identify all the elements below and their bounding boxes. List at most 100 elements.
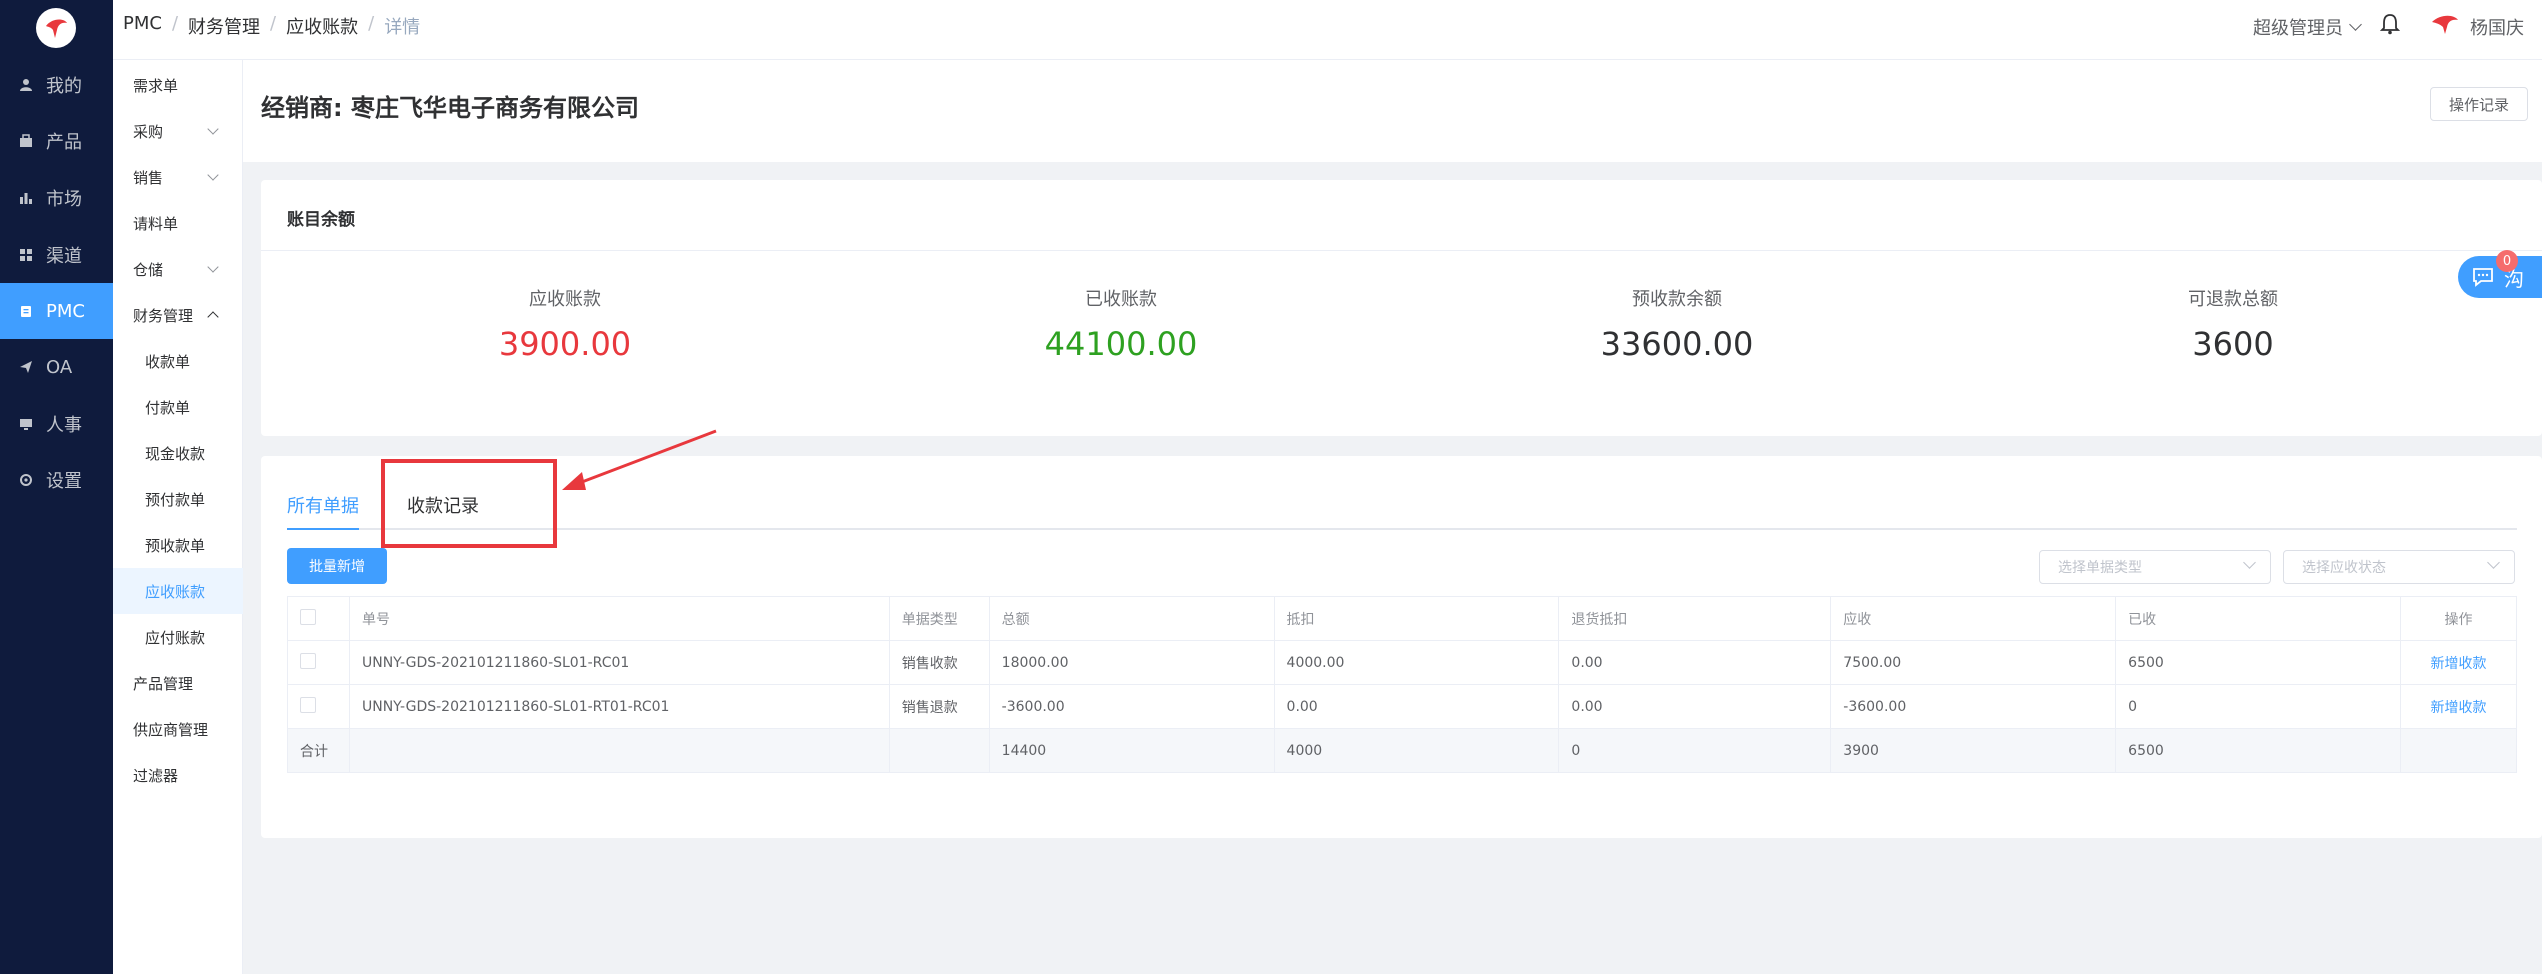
chevron-down-icon bbox=[2243, 556, 2256, 569]
nav-item-label: PMC bbox=[46, 300, 85, 322]
cell-doc-no: UNNY-GDS-202101211860-SL01-RC01 bbox=[348, 640, 890, 685]
nav-item-label: 渠道 bbox=[46, 246, 82, 267]
summary-receivable: 3900 bbox=[1830, 728, 2117, 773]
user-name[interactable]: 杨国庆 bbox=[2470, 14, 2524, 40]
subnav-item-requisition[interactable]: 请料单 bbox=[113, 200, 243, 246]
summary-row: 合计 14400 4000 0 3900 6500 bbox=[287, 728, 2517, 773]
row-checkbox[interactable] bbox=[300, 652, 316, 669]
summary-deduct: 4000 bbox=[1273, 728, 1560, 773]
subnav-item-label: 销售 bbox=[133, 168, 164, 187]
nav-item-pmc[interactable]: PMC bbox=[0, 283, 113, 339]
send-icon bbox=[18, 359, 34, 375]
avatar[interactable] bbox=[2430, 12, 2460, 41]
nav-item-market[interactable]: 市场 bbox=[0, 170, 113, 226]
breadcrumb-item[interactable]: PMC bbox=[123, 13, 162, 39]
stat-refundable: 可退款总额 3600 bbox=[2083, 285, 2383, 363]
gear-icon bbox=[18, 472, 34, 488]
cell-received: 6500 bbox=[2115, 640, 2402, 685]
nav-item-label: 我的 bbox=[46, 76, 82, 97]
summary-empty bbox=[888, 728, 990, 773]
stat-received: 已收账款 44100.00 bbox=[971, 285, 1271, 363]
summary-label: 合计 bbox=[287, 728, 350, 773]
subnav-item-purchase[interactable]: 采购 bbox=[113, 108, 243, 154]
summary-total: 14400 bbox=[988, 728, 1275, 773]
cell-doc-type: 销售退款 bbox=[888, 684, 990, 729]
operation-log-button[interactable]: 操作记录 bbox=[2430, 87, 2528, 121]
bell-icon[interactable] bbox=[2379, 13, 2401, 40]
chat-float-button[interactable]: 沟 0 bbox=[2458, 250, 2542, 298]
role-dropdown[interactable]: 超级管理员 bbox=[2253, 14, 2362, 40]
breadcrumb-item[interactable]: 应收账款 bbox=[286, 13, 358, 39]
nav-item-label: 市场 bbox=[46, 189, 82, 210]
subnav-item-filter[interactable]: 过滤器 bbox=[113, 752, 243, 798]
app-logo[interactable] bbox=[36, 8, 76, 48]
subnav-item-warehouse[interactable]: 仓储 bbox=[113, 246, 243, 292]
subnav-item-receivable[interactable]: 应收账款 bbox=[113, 568, 243, 614]
subnav-item-prereceive[interactable]: 预收款单 bbox=[113, 522, 243, 568]
balance-heading: 账目余额 bbox=[287, 210, 355, 230]
subnav-item-finance[interactable]: 财务管理 bbox=[113, 292, 243, 338]
user-area: 超级管理员 杨国庆 bbox=[2253, 12, 2524, 41]
add-receipt-link[interactable]: 新增收款 bbox=[2431, 700, 2487, 716]
nav-item-mine[interactable]: 我的 bbox=[0, 57, 113, 113]
column-header: 操作 bbox=[2400, 596, 2517, 641]
row-select-cell bbox=[287, 684, 350, 729]
nav-item-hr[interactable]: 人事 bbox=[0, 396, 113, 452]
subnav-item-label: 产品管理 bbox=[133, 674, 194, 693]
cell-receivable: 7500.00 bbox=[1830, 640, 2117, 685]
subnav-item-prepay[interactable]: 预付款单 bbox=[113, 476, 243, 522]
subnav-item-payment[interactable]: 付款单 bbox=[113, 384, 243, 430]
grid-icon bbox=[18, 247, 34, 263]
subnav-item-payable[interactable]: 应付账款 bbox=[113, 614, 243, 660]
select-receivable-status[interactable]: 选择应收状态 bbox=[2283, 550, 2515, 584]
tab-all-documents[interactable]: 所有单据 bbox=[287, 492, 359, 518]
column-header: 已收 bbox=[2115, 596, 2402, 641]
chat-bubble-icon bbox=[2473, 268, 2493, 287]
divider bbox=[261, 250, 2542, 251]
subnav-item-receipt[interactable]: 收款单 bbox=[113, 338, 243, 384]
nav-item-oa[interactable]: OA bbox=[0, 339, 113, 395]
stat-label: 预收款余额 bbox=[1632, 289, 1722, 310]
column-header: 总额 bbox=[988, 596, 1275, 641]
select-all-checkbox[interactable] bbox=[300, 608, 316, 625]
chevron-down-icon bbox=[2487, 556, 2500, 569]
subnav-item-supplier-mgmt[interactable]: 供应商管理 bbox=[113, 706, 243, 752]
nav-item-settings[interactable]: 设置 bbox=[0, 452, 113, 508]
table-row: UNNY-GDS-202101211860-SL01-RT01-RC01 销售退… bbox=[287, 684, 2517, 729]
subnav-item-label: 预付款单 bbox=[145, 490, 206, 509]
bird-logo-icon bbox=[46, 19, 67, 38]
user-icon bbox=[18, 77, 34, 93]
breadcrumb-separator: / bbox=[270, 13, 277, 34]
stat-prereceive-balance: 预收款余额 33600.00 bbox=[1527, 285, 1827, 363]
cell-deduct: 4000.00 bbox=[1273, 640, 1560, 685]
nav-item-product[interactable]: 产品 bbox=[0, 113, 113, 169]
cell-received: 0 bbox=[2115, 684, 2402, 729]
table-header-row: 单号 单据类型 总额 抵扣 退货抵扣 应收 已收 操作 bbox=[287, 596, 2517, 641]
chevron-down-icon bbox=[207, 169, 219, 181]
row-checkbox[interactable] bbox=[300, 696, 316, 713]
column-header: 单据类型 bbox=[888, 596, 990, 641]
bag-icon bbox=[18, 133, 34, 149]
summary-return-deduct: 0 bbox=[1558, 728, 1832, 773]
documents-table: 单号 单据类型 总额 抵扣 退货抵扣 应收 已收 操作 UNNY-GDS-202… bbox=[287, 596, 2517, 773]
breadcrumb-separator: / bbox=[368, 13, 375, 34]
batch-add-button[interactable]: 批量新增 bbox=[287, 548, 387, 584]
subnav-item-cash[interactable]: 现金收款 bbox=[113, 430, 243, 476]
cell-return-deduct: 0.00 bbox=[1558, 684, 1832, 729]
nav-item-channel[interactable]: 渠道 bbox=[0, 227, 113, 283]
subnav-item-demand[interactable]: 需求单 bbox=[113, 62, 243, 108]
breadcrumb-item[interactable]: 财务管理 bbox=[188, 13, 260, 39]
stat-label: 应收账款 bbox=[529, 289, 601, 310]
subnav-item-product-mgmt[interactable]: 产品管理 bbox=[113, 660, 243, 706]
add-receipt-link[interactable]: 新增收款 bbox=[2431, 656, 2487, 672]
clipboard-icon bbox=[18, 303, 34, 319]
tab-active-indicator bbox=[287, 528, 359, 530]
select-document-type[interactable]: 选择单据类型 bbox=[2039, 550, 2271, 584]
cell-action: 新增收款 bbox=[2400, 684, 2517, 729]
chevron-down-icon bbox=[207, 123, 219, 135]
annotation-arrow-icon bbox=[562, 429, 717, 490]
documents-card: 所有单据 收款记录 批量新增 选择单据类型 选择应收状态 单号 单据类型 总额 … bbox=[261, 456, 2542, 838]
subnav-item-label: 供应商管理 bbox=[133, 720, 209, 739]
select-all-cell bbox=[287, 596, 350, 641]
subnav-item-sales[interactable]: 销售 bbox=[113, 154, 243, 200]
